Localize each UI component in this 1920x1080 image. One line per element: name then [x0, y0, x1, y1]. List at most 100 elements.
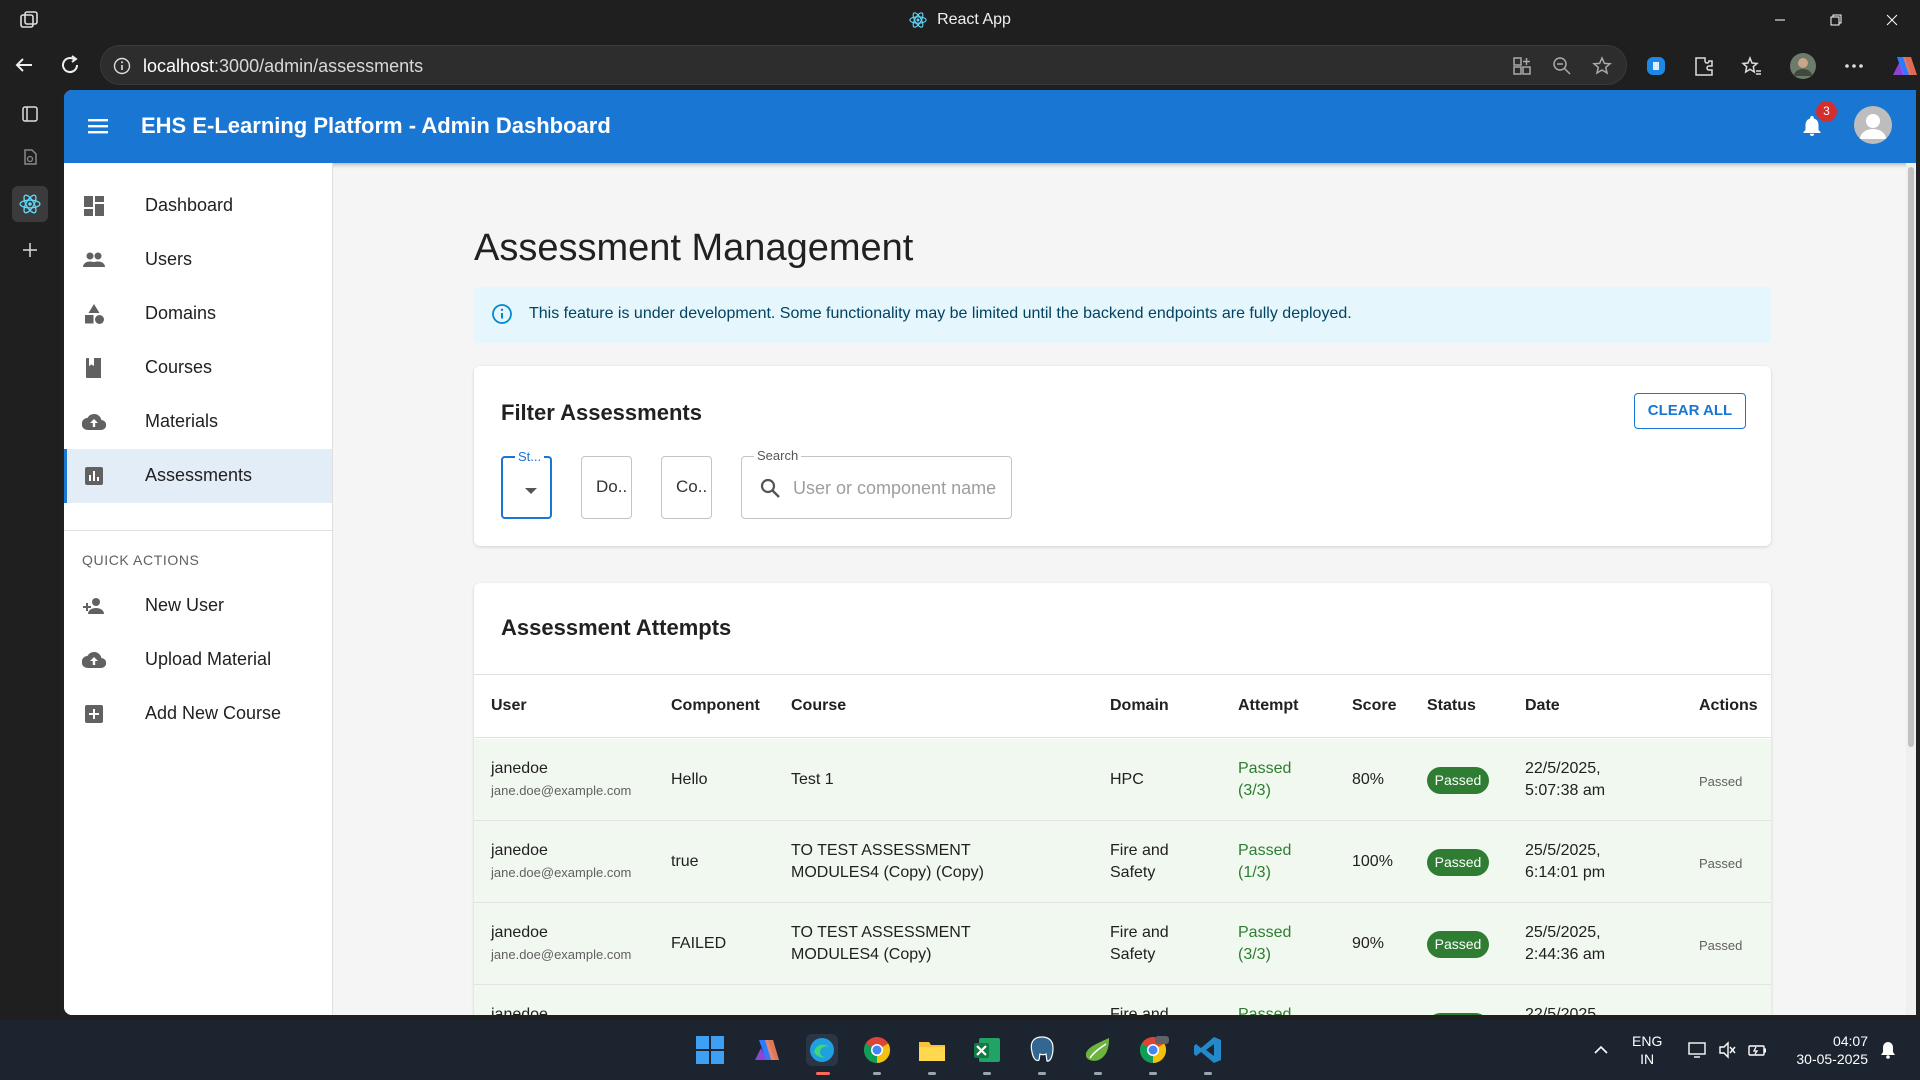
column-header[interactable]: Status — [1427, 697, 1476, 715]
window-title: React App — [0, 11, 1920, 29]
status-badge: Passed — [1427, 849, 1489, 876]
people-icon — [82, 248, 106, 272]
running-app-indicator — [983, 1072, 991, 1075]
language-code: ENG — [1632, 1033, 1663, 1049]
action-cell[interactable]: Passed — [1699, 771, 1742, 793]
running-app-indicator — [1094, 1072, 1102, 1075]
excel-app-icon[interactable] — [971, 1034, 1003, 1066]
column-header[interactable]: Score — [1352, 697, 1396, 715]
vscode-app-icon[interactable] — [1192, 1034, 1224, 1066]
table-row[interactable]: janedoe jane.doe@example.com true TO TES… — [474, 821, 1771, 903]
search-icon — [758, 476, 782, 500]
sidebar-item-dashboard[interactable]: Dashboard — [64, 179, 332, 233]
notification-center-icon[interactable] — [1878, 1040, 1898, 1060]
sidebar-item-assessments[interactable]: Assessments — [64, 449, 332, 503]
chrome-profile-app-icon[interactable] — [1137, 1034, 1169, 1066]
page-scrollbar[interactable] — [1906, 163, 1916, 1015]
close-button[interactable] — [1864, 0, 1920, 40]
quick-action-upload-material[interactable]: Upload Material — [64, 633, 332, 687]
copilot-icon[interactable] — [1891, 53, 1917, 79]
search-input[interactable]: Search User or component name — [741, 448, 1012, 519]
quick-action-new-user[interactable]: New User — [64, 579, 332, 633]
tab-react-app[interactable] — [12, 186, 48, 222]
domain-cell: Fire and Safety — [1110, 842, 1169, 881]
running-app-indicator — [1204, 1072, 1212, 1075]
sidebar-divider — [64, 530, 332, 531]
sidebar-item-label: Domains — [145, 303, 217, 323]
date-cell: 25/5/2025, 6:14:01 pm — [1525, 842, 1606, 881]
action-cell[interactable]: Passed — [1699, 935, 1742, 957]
course-select[interactable]: Co.. — [661, 456, 712, 519]
postgres-app-icon[interactable] — [1026, 1034, 1058, 1066]
sidebar-item-domains[interactable]: Domains — [64, 287, 332, 341]
user-name: janedoe — [491, 924, 548, 941]
sidebar-item-users[interactable]: Users — [64, 233, 332, 287]
quick-action-add-course[interactable]: Add New Course — [64, 687, 332, 741]
zoom-icon[interactable] — [1552, 56, 1572, 76]
file-explorer-icon[interactable] — [916, 1034, 948, 1066]
column-header[interactable]: User — [491, 697, 527, 715]
windows-start-icon[interactable] — [694, 1034, 726, 1066]
action-cell[interactable]: Passed — [1699, 853, 1742, 875]
running-app-indicator — [1149, 1072, 1157, 1075]
new-tab-plus-icon[interactable] — [16, 236, 44, 264]
network-icon — [1687, 1040, 1707, 1060]
user-avatar[interactable] — [1854, 106, 1892, 144]
profile-avatar-icon[interactable] — [1789, 52, 1817, 80]
more-options-icon[interactable] — [1843, 55, 1865, 77]
clock[interactable]: 04:07 30-05-2025 — [1780, 1032, 1868, 1068]
extensions-icon[interactable] — [1693, 55, 1715, 77]
app-install-icon[interactable] — [1512, 56, 1532, 76]
address-bar[interactable]: localhost:3000/admin/assessments — [100, 45, 1627, 85]
region-code: IN — [1640, 1051, 1655, 1067]
spring-app-icon[interactable] — [1082, 1034, 1114, 1066]
url-text[interactable]: localhost:3000/admin/assessments — [143, 56, 423, 77]
sidebar-item-materials[interactable]: Materials — [64, 395, 332, 449]
clock-date: 30-05-2025 — [1796, 1051, 1868, 1067]
column-header[interactable]: Date — [1525, 697, 1560, 715]
chrome-app-icon[interactable] — [861, 1034, 893, 1066]
scrollbar-thumb[interactable] — [1908, 167, 1914, 747]
minimize-button[interactable] — [1752, 0, 1808, 40]
edge-app-icon[interactable] — [806, 1034, 838, 1066]
copilot-app-icon[interactable] — [751, 1034, 783, 1066]
column-header[interactable]: Actions — [1699, 697, 1758, 715]
main-content: Assessment Management This feature is un… — [333, 163, 1916, 1015]
restore-button[interactable] — [1808, 0, 1864, 40]
chevron-up-icon[interactable] — [1592, 1041, 1610, 1059]
column-header[interactable]: Component — [671, 697, 760, 715]
domain-select[interactable]: Do.. — [581, 456, 632, 519]
favorites-icon[interactable] — [1741, 55, 1763, 77]
attempts-card: Assessment Attempts User Component Cours… — [474, 583, 1771, 1015]
sidebar-item-label: Assessments — [145, 465, 253, 485]
column-header[interactable]: Course — [791, 697, 846, 715]
refresh-icon[interactable] — [58, 53, 82, 77]
site-info-icon[interactable] — [113, 57, 131, 75]
system-tray[interactable] — [1687, 1040, 1767, 1060]
clear-all-button[interactable]: CLEAR ALL — [1634, 393, 1746, 429]
menu-icon[interactable] — [86, 114, 110, 138]
favorite-star-icon[interactable] — [1592, 56, 1612, 76]
back-arrow-icon[interactable] — [12, 53, 36, 77]
tab-page-icon[interactable] — [16, 143, 44, 171]
person-add-icon — [82, 594, 106, 618]
notification-badge: 3 — [1816, 101, 1837, 122]
table-row[interactable]: janedoe jane.doe@example.com Hello Test … — [474, 739, 1771, 821]
sidebar-item-courses[interactable]: Courses — [64, 341, 332, 395]
language-indicator[interactable]: ENG IN — [1632, 1032, 1662, 1068]
attempts-card-title: Assessment Attempts — [501, 615, 732, 640]
sidebar-item-label: Users — [145, 249, 193, 269]
attempt-cell: Passed (3/3) — [1238, 760, 1292, 799]
table-row[interactable]: janedoe jane.doe@example.com FAILED TO T… — [474, 903, 1771, 985]
score-cell: 100% — [1352, 853, 1393, 870]
extension-shield-icon[interactable] — [1645, 55, 1667, 77]
tab-actions-icon[interactable] — [16, 100, 44, 128]
table-row[interactable]: janedoe Fire and Passed 22/5/2025, 5:56:… — [474, 985, 1771, 1015]
chevron-down-icon — [525, 488, 537, 494]
column-header[interactable]: Domain — [1110, 697, 1169, 715]
column-header[interactable]: Attempt — [1238, 697, 1298, 715]
user-name: janedoe — [491, 1006, 548, 1015]
date-cell: 22/5/2025, 5:56:44 — [1525, 1006, 1601, 1015]
status-select[interactable]: St... — [501, 449, 552, 519]
user-email: jane.doe@example.com — [491, 865, 632, 880]
